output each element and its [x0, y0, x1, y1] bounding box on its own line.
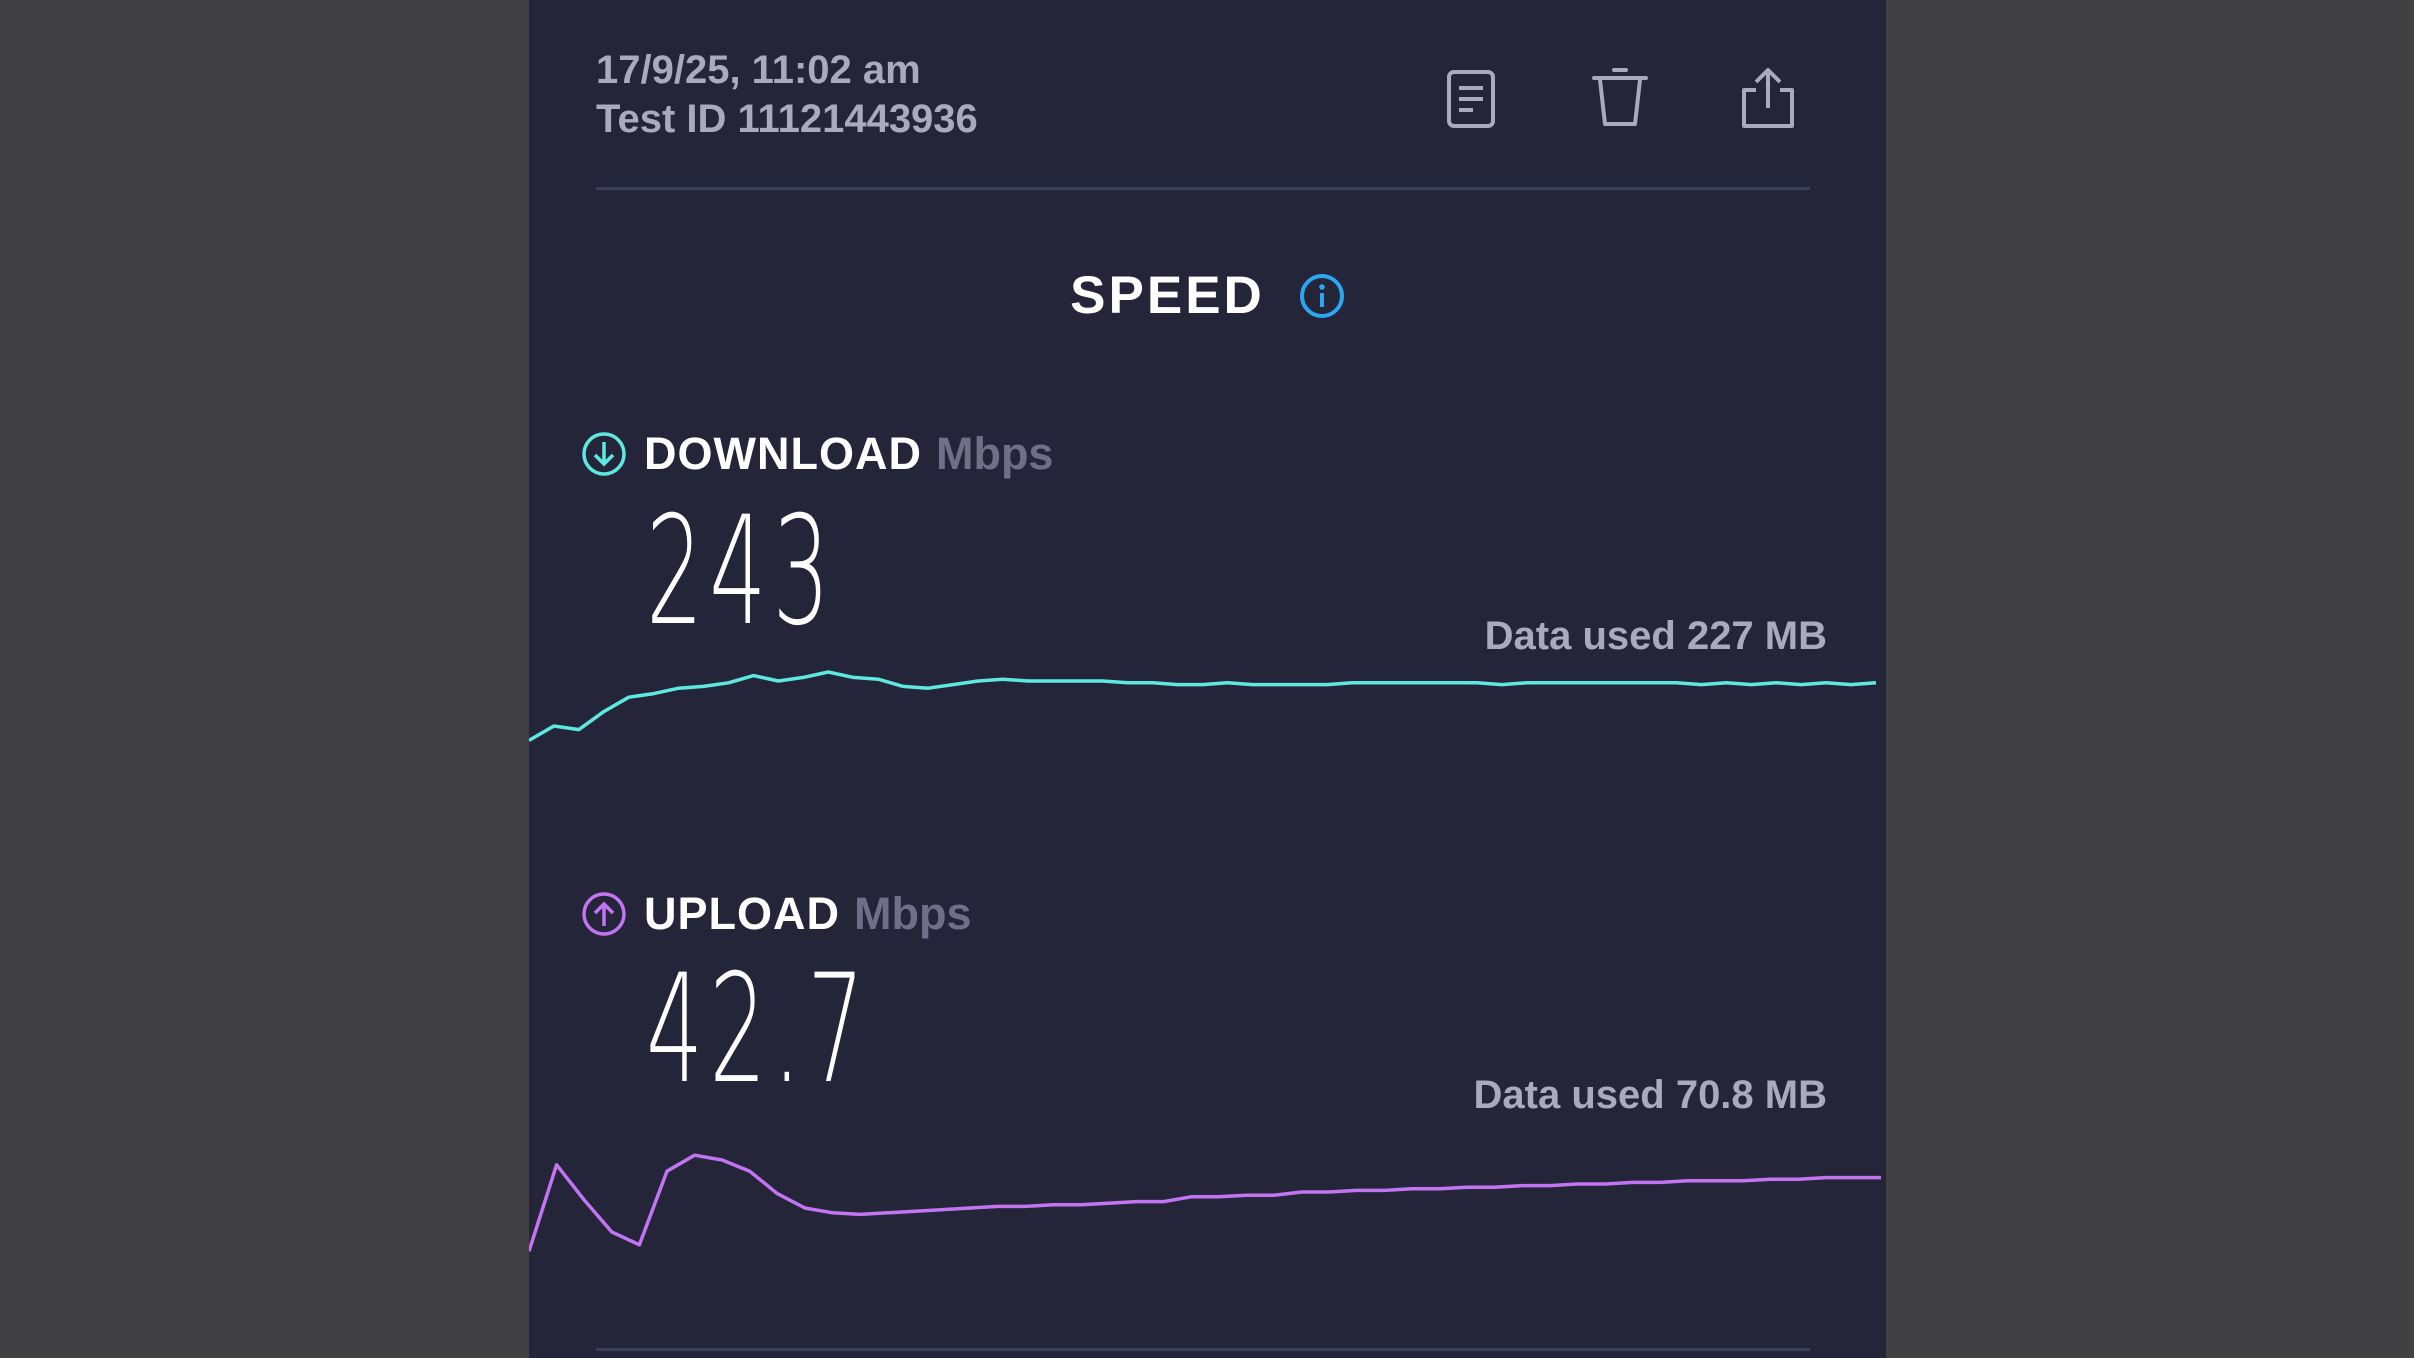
- trash-icon: [1592, 68, 1648, 126]
- upload-arrow-icon: [582, 892, 626, 936]
- upload-header: UPLOAD Mbps: [580, 888, 972, 940]
- speed-title: SPEED: [1070, 266, 1265, 325]
- share-icon: [1742, 68, 1794, 128]
- download-arrow-icon: [582, 432, 626, 476]
- download-unit: Mbps: [935, 428, 1054, 479]
- upload-label: UPLOAD: [644, 888, 840, 939]
- share-button[interactable]: [1730, 60, 1806, 136]
- upload-data-used: Data used 70.8 MB: [1473, 1073, 1827, 1117]
- results-details-button[interactable]: [1433, 60, 1509, 136]
- result-screen: 17/9/25, 11:02 am Test ID 11121443936 SP…: [529, 0, 1886, 1358]
- delete-button[interactable]: [1582, 60, 1658, 136]
- bottom-divider: [596, 1348, 1810, 1351]
- download-speed-graph: [529, 670, 1877, 742]
- download-speed-value: 243: [646, 485, 836, 659]
- download-trace-line: [529, 670, 1877, 742]
- speed-section-title: SPEED: [529, 265, 1886, 326]
- upload-unit: Mbps: [854, 888, 972, 939]
- upload-speed-value: 42.7: [646, 943, 871, 1117]
- document-icon: [1447, 70, 1495, 128]
- info-icon: [1299, 273, 1344, 318]
- upload-trace-line: [529, 1153, 1881, 1252]
- test-id: Test ID 11121443936: [596, 97, 978, 141]
- header-divider: [596, 187, 1810, 190]
- download-header: DOWNLOAD Mbps: [580, 428, 1053, 480]
- upload-speed-graph: [529, 1153, 1881, 1252]
- download-label: DOWNLOAD: [644, 428, 922, 479]
- download-data-used: Data used 227 MB: [1484, 614, 1827, 658]
- speed-info-button[interactable]: [1299, 273, 1345, 319]
- test-date: 17/9/25, 11:02 am: [596, 48, 921, 92]
